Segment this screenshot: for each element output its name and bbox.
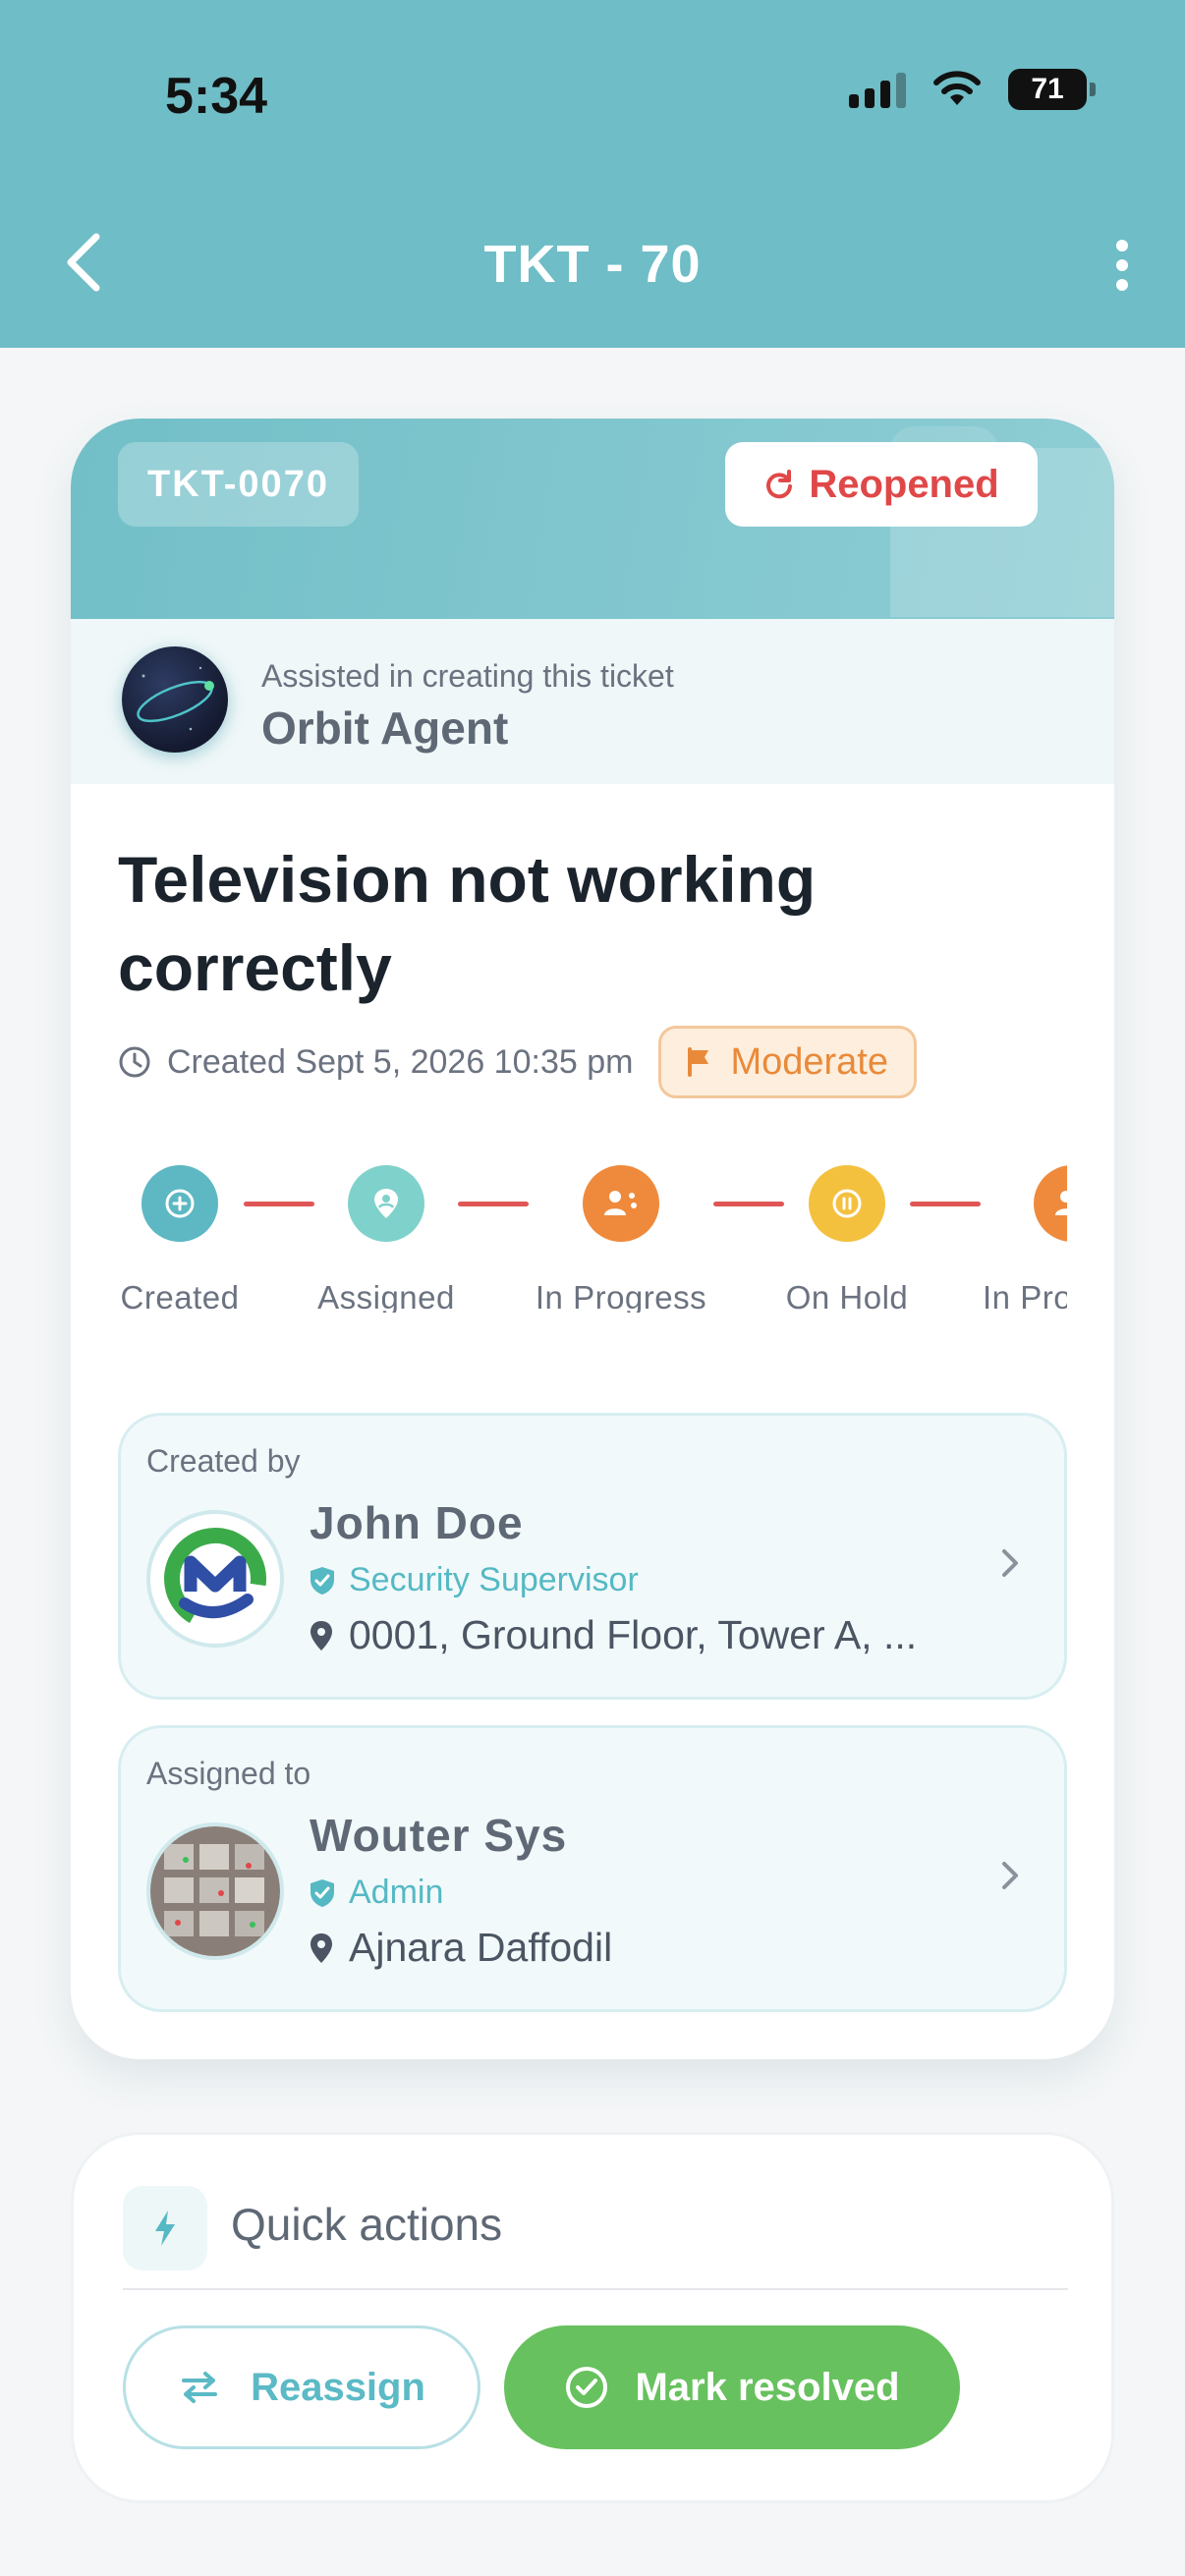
- pause-circle-icon: [832, 1189, 862, 1218]
- timeline-step-label: Assigned: [317, 1279, 455, 1313]
- timeline-step-in-progress: In Progress: [521, 1165, 721, 1313]
- reassign-button[interactable]: Reassign: [123, 2325, 480, 2449]
- timeline-step-on-hold: On Hold: [778, 1165, 916, 1313]
- app-header: 5:34 71 TKT - 70: [0, 0, 1185, 348]
- status-icons: 71: [849, 69, 1096, 110]
- timeline-step-assigned: Assigned: [307, 1165, 466, 1313]
- assignee-avatar: [146, 1822, 284, 1960]
- creator-location-label: 0001, Ground Floor, Tower A, ...: [349, 1612, 918, 1657]
- assigned-step-icon: [348, 1165, 424, 1242]
- timeline-step-label: Created: [120, 1279, 240, 1313]
- chevron-right-icon: [1002, 1862, 1018, 1889]
- created-date: Created Sept 5, 2026 10:35 pm: [167, 1042, 634, 1081]
- verified-shield-icon: [310, 1878, 334, 1907]
- timeline-connector: [713, 1202, 784, 1206]
- orbit-agent-avatar: [122, 646, 228, 753]
- ticket-title: Television not working correctly: [118, 843, 817, 1004]
- in-progress-step-icon: [1034, 1165, 1067, 1242]
- timeline-step-in-progress-2: In Progress: [983, 1165, 1067, 1313]
- created-by-card[interactable]: Created by John Doe Security Supervisor …: [118, 1413, 1067, 1700]
- creator-avatar: [146, 1510, 284, 1648]
- timeline-step-created: Created: [118, 1165, 242, 1313]
- divider: [123, 2288, 1068, 2290]
- assignee-location-label: Ajnara Daffodil: [349, 1925, 613, 1970]
- wifi-icon: [933, 71, 981, 105]
- timeline-step-label: In Progress: [535, 1279, 707, 1313]
- creator-location: 0001, Ground Floor, Tower A, ...: [310, 1612, 917, 1658]
- priority-badge: Moderate: [658, 1026, 917, 1098]
- quick-actions-title: Quick actions: [231, 2199, 503, 2250]
- creator-role-label: Security Supervisor: [349, 1561, 639, 1598]
- more-dot-icon: [1116, 240, 1128, 252]
- chevron-right-icon: [1002, 1549, 1018, 1577]
- ticket-id-badge: TKT-0070: [118, 442, 359, 527]
- check-circle-icon: [566, 2367, 608, 2408]
- assignee-name: Wouter Sys: [310, 1810, 568, 1861]
- location-pin-icon: [310, 1932, 332, 1963]
- lightning-icon: [123, 2186, 207, 2270]
- more-dot-icon: [1116, 279, 1128, 291]
- assignee-role: Admin: [310, 1874, 443, 1912]
- status-badge: Reopened: [725, 442, 1038, 527]
- ticket-card: TKT-0070 Reopened Assisted in creating t…: [71, 419, 1114, 2059]
- reassign-label: Reassign: [251, 2365, 425, 2409]
- timeline-connector: [910, 1202, 981, 1206]
- swap-arrows-icon: [182, 2372, 218, 2403]
- status-time: 5:34: [165, 68, 268, 125]
- assigned-to-card[interactable]: Assigned to Wouter Sys Admin Ajnara Daff…: [118, 1725, 1067, 2012]
- worker-icon: [1055, 1191, 1067, 1215]
- created-step-icon: [141, 1165, 218, 1242]
- assignee-location: Ajnara Daffodil: [310, 1925, 612, 1971]
- more-dot-icon: [1116, 259, 1128, 271]
- timeline-step-label: On Hold: [785, 1279, 909, 1313]
- flag-icon: [688, 1047, 709, 1077]
- status-timeline: Created Assigned In Progress On Hold In …: [118, 1165, 1067, 1313]
- orbit-icon: [137, 666, 214, 731]
- timeline-connector: [244, 1202, 314, 1206]
- clock-icon: [119, 1046, 150, 1078]
- timeline-connector: [458, 1202, 529, 1206]
- location-pin-icon: [310, 1620, 332, 1651]
- creator-name: John Doe: [310, 1497, 524, 1548]
- more-options-button[interactable]: [1102, 236, 1142, 295]
- verified-shield-icon: [310, 1566, 334, 1595]
- assist-agent-name: Orbit Agent: [261, 702, 509, 754]
- timeline-step-label: In Progress: [983, 1279, 1067, 1313]
- assignee-role-label: Admin: [349, 1874, 444, 1911]
- ticket-meta: Created Sept 5, 2026 10:35 pm Moderate: [118, 1026, 917, 1098]
- user-pin-icon: [374, 1189, 398, 1218]
- in-progress-step-icon: [583, 1165, 659, 1242]
- created-by-caption: Created by: [146, 1443, 301, 1479]
- page-title: TKT - 70: [483, 235, 702, 294]
- battery-icon: 71: [1008, 69, 1096, 110]
- assist-caption: Assisted in creating this ticket: [261, 658, 674, 694]
- reopen-icon: [766, 470, 793, 499]
- mark-resolved-button[interactable]: Mark resolved: [504, 2325, 960, 2449]
- priority-label: Moderate: [730, 1040, 888, 1083]
- worker-icon: [604, 1191, 637, 1215]
- assistant-agent-row: Assisted in creating this ticket Orbit A…: [71, 619, 1114, 784]
- assigned-to-caption: Assigned to: [146, 1756, 311, 1791]
- mark-resolved-label: Mark resolved: [635, 2365, 900, 2409]
- plus-circle-icon: [165, 1189, 195, 1218]
- company-logo: [164, 1528, 266, 1630]
- assignee-photo: [150, 1826, 280, 1956]
- ticket-card-header: TKT-0070 Reopened: [71, 419, 1114, 619]
- on-hold-step-icon: [809, 1165, 885, 1242]
- creator-role: Security Supervisor: [310, 1561, 639, 1599]
- cellular-signal-icon: [849, 71, 906, 108]
- quick-actions-panel: Quick actions Reassign Mark resolved: [71, 2132, 1114, 2503]
- status-label: Reopened: [809, 462, 999, 506]
